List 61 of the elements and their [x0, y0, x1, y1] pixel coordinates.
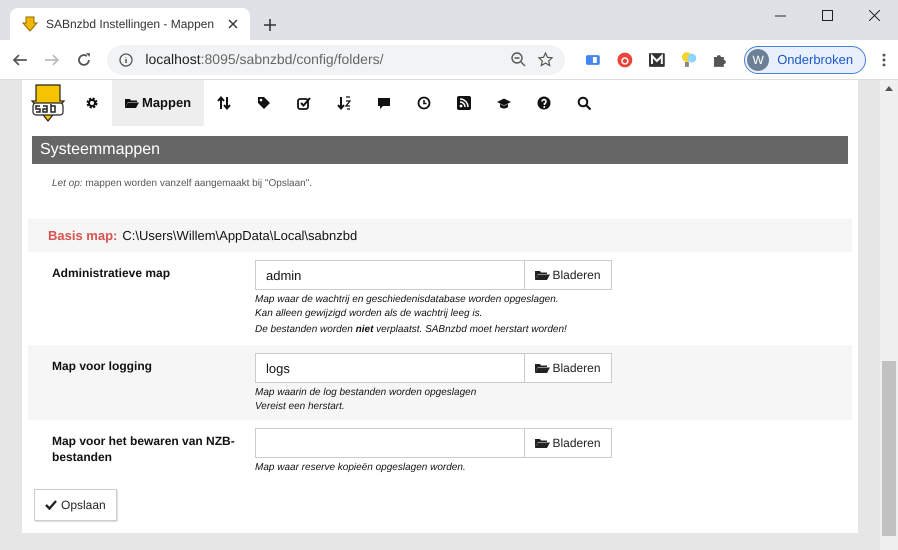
- setting-label: Map voor logging: [52, 358, 153, 375]
- avatar: W: [747, 48, 770, 70]
- hint-text: Kan alleen gewijzigd worden als de wachtrij leeg is.: [255, 307, 484, 321]
- address-bar[interactable]: localhost:8095/sabnzbd/config/folders/: [107, 44, 566, 74]
- sort-icon: [337, 96, 352, 110]
- setting-label: Administratieve map: [52, 265, 172, 282]
- folder-icon: [125, 96, 139, 110]
- folder-icon: [535, 438, 550, 448]
- browser-tab[interactable]: SABnzbd Instellingen - Mappen: [10, 8, 250, 40]
- new-tab-icon[interactable]: [264, 19, 276, 31]
- checkmark-icon: [45, 500, 57, 510]
- profile-button[interactable]: W Onderbroken: [744, 46, 866, 74]
- folder-input[interactable]: logs: [255, 353, 525, 383]
- more-menu-icon[interactable]: [882, 52, 886, 66]
- lightbulb-icon[interactable]: [680, 50, 696, 68]
- info-icon: [119, 52, 134, 66]
- scrollbar[interactable]: [880, 80, 898, 550]
- clock-icon: [417, 96, 432, 110]
- hint-text: De bestanden worden niet verplaatst. SABnzbd moet herstart worden!: [255, 323, 568, 337]
- close-icon[interactable]: [228, 19, 238, 29]
- scroll-up-icon[interactable]: [885, 86, 893, 91]
- maximize-icon[interactable]: [822, 10, 833, 20]
- graduation-cap-icon: [497, 96, 512, 110]
- hint-text: Map waarin de log bestanden worden opgeslagen: [255, 386, 478, 400]
- browse-button[interactable]: Bladeren: [525, 428, 612, 458]
- star-icon[interactable]: [538, 52, 554, 67]
- question-mark-icon: [537, 96, 552, 110]
- speech-bubble-icon: [377, 96, 392, 110]
- nav-tab[interactable]: Mappen: [112, 80, 204, 126]
- extension-icon[interactable]: [648, 52, 665, 68]
- folder-input[interactable]: admin: [255, 260, 525, 290]
- back-arrow-icon[interactable]: [12, 52, 28, 68]
- folder-icon: [535, 362, 550, 374]
- browse-button[interactable]: Bladeren: [525, 260, 612, 290]
- search-icon: [577, 96, 592, 110]
- close-icon[interactable]: [869, 10, 880, 20]
- profile-label: Onderbroken: [777, 50, 854, 69]
- note-text: Let op: mappen worden vanzelf aangemaakt bij "Opslaan".: [51, 177, 314, 191]
- section-header: Systeemmappen: [32, 136, 848, 164]
- folder-icon: [535, 270, 550, 280]
- checkbox-icon: [297, 96, 312, 110]
- browse-button[interactable]: Bladeren: [525, 353, 612, 383]
- save-button[interactable]: Opslaan: [34, 489, 117, 521]
- reload-icon[interactable]: [76, 52, 92, 68]
- rss-icon: [457, 96, 472, 110]
- hint-text: Map waar reserve kopieën opgeslagen worden.: [255, 461, 467, 475]
- tab-title: SABnzbd Instellingen - Mappen: [46, 16, 216, 33]
- base-folder-label: Basis map:: [48, 226, 118, 245]
- zoom-out-icon[interactable]: [511, 52, 526, 67]
- tag-icon: [257, 96, 272, 110]
- logo-icon[interactable]: [30, 83, 66, 123]
- setting-label: Map voor het bewaren van NZB-bestanden: [52, 433, 236, 466]
- gear-icon: [85, 96, 99, 110]
- scrollbar-thumb[interactable]: [882, 361, 896, 536]
- hint-text: Map waar de wachtrij en geschiedenisdatabase worden opgeslagen.: [255, 293, 560, 307]
- url-text: localhost:8095/sabnzbd/config/folders/: [145, 50, 385, 69]
- hint-text: Vereist een herstart.: [255, 400, 346, 414]
- base-folder-path: C:\Users\Willem\AppData\Local\sabnzbd: [122, 226, 358, 245]
- download-arrow-icon: [22, 16, 38, 32]
- folder-input[interactable]: [255, 428, 525, 458]
- up-down-arrows-icon: [217, 96, 232, 110]
